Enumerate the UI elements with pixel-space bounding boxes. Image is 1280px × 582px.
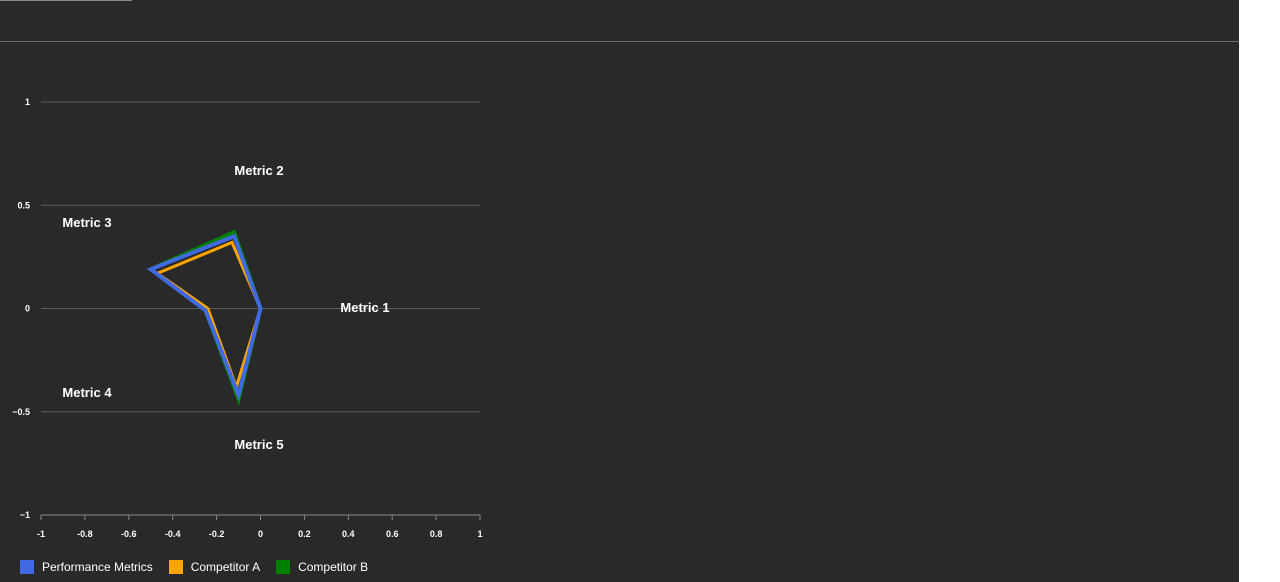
x-tick-label: -0.6 (121, 529, 137, 539)
x-tick-label: 1 (477, 529, 482, 539)
metric-label-5: Metric 5 (234, 437, 283, 452)
metric-label-4: Metric 4 (62, 385, 112, 400)
right-panel (1239, 0, 1280, 582)
y-tick-label: −1 (20, 510, 30, 520)
header-divider (0, 41, 1280, 42)
metric-labels: Metric 1 Metric 2 Metric 3 Metric 4 Metric 5 (62, 163, 389, 452)
app-window: 1 0.5 0 −0.5 −1 -1 -0.8 -0.6 -0.4 -0.2 0 0.2 0.4 0.6… (0, 0, 1239, 582)
y-tick-label: 0 (25, 304, 30, 314)
legend-label: Competitor A (190, 560, 261, 574)
x-tick-label: -0.2 (209, 529, 225, 539)
x-tick-label: -1 (37, 529, 45, 539)
y-tick-label: 0.5 (17, 200, 30, 210)
legend-item-1[interactable]: Competitor A (168, 560, 261, 574)
legend: Performance Metrics Competitor A Competito… (20, 558, 384, 576)
x-tick-label: 0.2 (298, 529, 311, 539)
metric-label-3: Metric 3 (62, 215, 111, 230)
x-tick-label: 0.8 (430, 529, 443, 539)
y-tick-label: −0.5 (12, 407, 30, 417)
radar-chart: 1 0.5 0 −0.5 −1 -1 -0.8 -0.6 -0.4 -0.2 0 0.2 0.4 0.6… (12, 97, 483, 539)
x-tick-label: 0 (258, 529, 263, 539)
metric-label-2: Metric 2 (234, 163, 283, 178)
legend-label: Competitor B (298, 560, 369, 574)
x-tick-label: 0.4 (342, 529, 355, 539)
legend-label: Performance Metrics (42, 560, 153, 574)
legend-swatch (20, 560, 34, 574)
legend-item-2[interactable]: Competitor B (276, 560, 368, 574)
x-tick-label: -0.8 (77, 529, 93, 539)
legend-swatch (276, 560, 291, 574)
series-layer (146, 229, 263, 407)
y-tick-labels: 1 0.5 0 −0.5 −1 (12, 97, 30, 520)
x-tick-label: -0.4 (165, 529, 181, 539)
legend-swatch (168, 560, 183, 574)
metric-label-1: Metric 1 (340, 300, 389, 315)
x-axis: -1 -0.8 -0.6 -0.4 -0.2 0 0.2 0.4 0.6 0.8 1 (37, 514, 483, 539)
x-tick-label: 0.6 (386, 529, 399, 539)
y-tick-label: 1 (25, 97, 30, 107)
legend-item-0[interactable]: Performance Metrics (20, 560, 153, 574)
